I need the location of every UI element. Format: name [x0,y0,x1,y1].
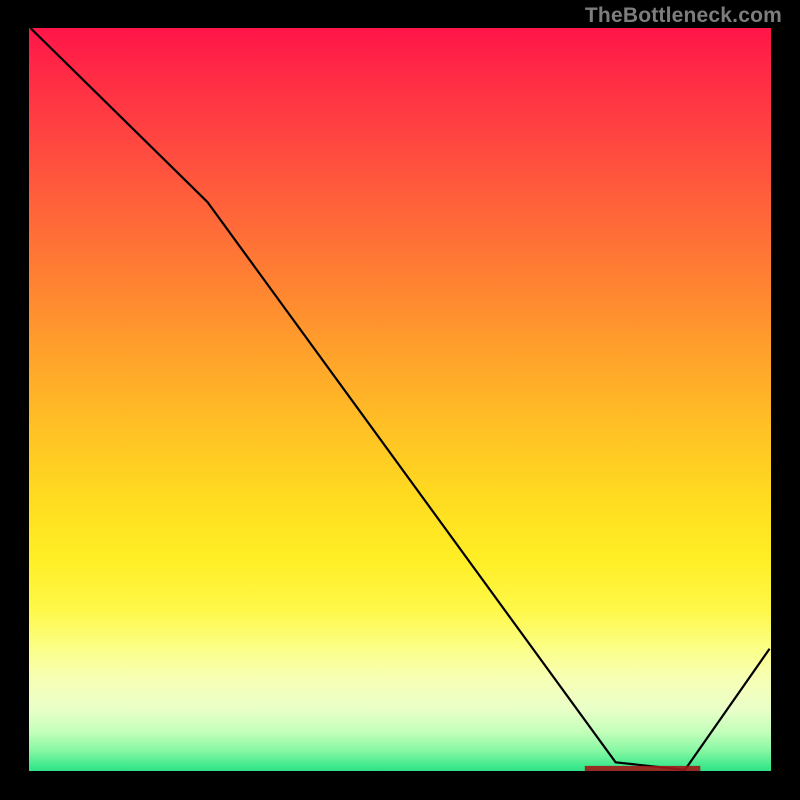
chart-gradient-background [15,28,785,785]
chart-frame [15,28,785,785]
watermark-text: TheBottleneck.com [585,4,782,28]
